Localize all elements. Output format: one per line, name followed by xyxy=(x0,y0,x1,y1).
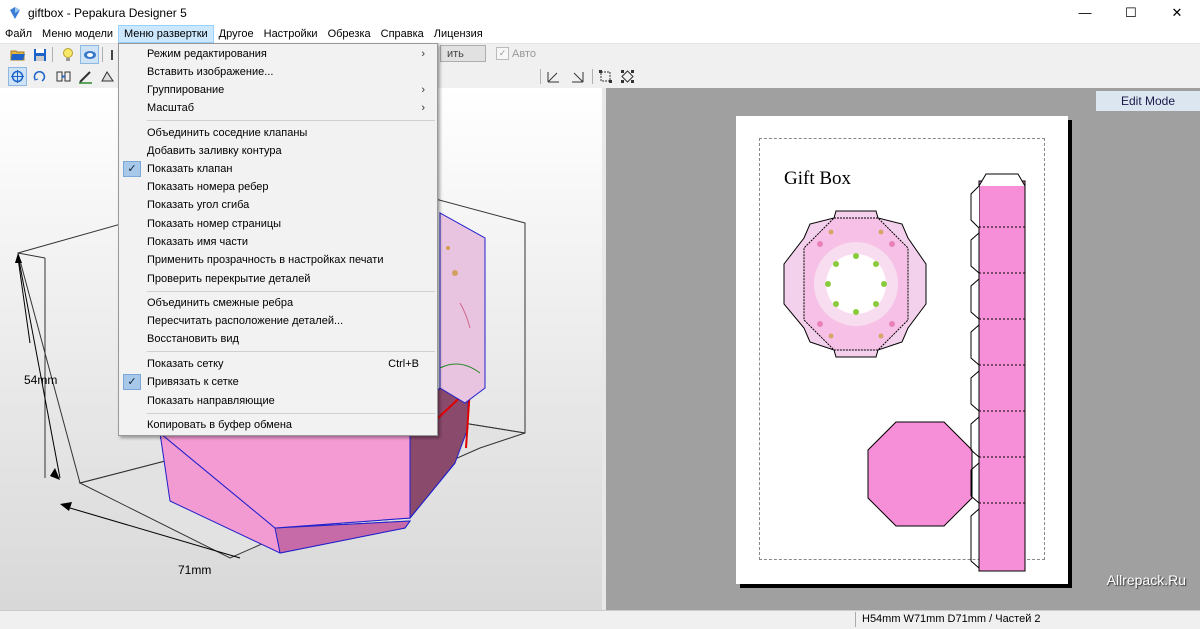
menu-item-add-outline-fill[interactable]: Добавить заливку контура xyxy=(121,142,435,160)
menu-other[interactable]: Другое xyxy=(214,25,259,43)
submenu-arrow-icon: › xyxy=(421,48,425,60)
open-folder-icon[interactable] xyxy=(8,45,27,64)
paper-sheet: Gift Box xyxy=(736,116,1068,584)
base-part[interactable] xyxy=(867,421,973,527)
menu-help[interactable]: Справка xyxy=(376,25,429,43)
height-dimension-label: 54mm xyxy=(24,373,57,387)
menu-item-copy-to-clipboard[interactable]: Копировать в буфер обмена xyxy=(121,416,435,434)
lightbulb-icon[interactable] xyxy=(58,45,77,64)
join-edges-icon[interactable] xyxy=(54,67,73,86)
fold-angle-reverse-icon[interactable] xyxy=(568,67,587,86)
menu-item-scale[interactable]: Масштаб › xyxy=(121,99,435,117)
bounding-box-icon[interactable] xyxy=(618,67,637,86)
rotate-part-icon[interactable] xyxy=(30,67,49,86)
width-dimension-label: 71mm xyxy=(178,563,211,577)
unfold-menu-dropdown: Режим редактирования › Вставить изображен… xyxy=(118,43,438,436)
menu-file[interactable]: Файл xyxy=(0,25,37,43)
menu-item-apply-transparency[interactable]: Применить прозрачность в настройках печа… xyxy=(121,251,435,269)
status-dimensions: H54mm W71mm D71mm / Частей 2 xyxy=(862,613,1041,625)
auto-checkbox-box[interactable]: ✓ xyxy=(496,47,509,60)
lid-part[interactable] xyxy=(783,210,927,358)
menu-model[interactable]: Меню модели xyxy=(37,25,118,43)
pen-line-icon[interactable] xyxy=(76,67,95,86)
partial-toolbar-button[interactable]: ить xyxy=(440,45,486,62)
watermark: Allrepack.Ru xyxy=(1106,572,1186,588)
checkmark-icon: ✓ xyxy=(123,374,141,390)
menu-item-restore-view[interactable]: Восстановить вид xyxy=(121,330,435,348)
menu-item-join-adjacent-edges[interactable]: Объединить смежные ребра xyxy=(121,294,435,312)
close-button[interactable]: ✕ xyxy=(1154,0,1200,25)
menu-item-insert-image[interactable]: Вставить изображение... xyxy=(121,63,435,81)
select-move-icon[interactable] xyxy=(8,67,27,86)
submenu-arrow-icon: › xyxy=(421,84,425,96)
flap-edit-icon[interactable] xyxy=(98,67,117,86)
menu-license[interactable]: Лицензия xyxy=(429,25,488,43)
menu-unfold[interactable]: Меню развертки xyxy=(118,25,214,43)
menu-item-show-flap[interactable]: ✓ Показать клапан xyxy=(121,160,435,178)
menu-item-recalculate-layout[interactable]: Пересчитать расположение деталей... xyxy=(121,312,435,330)
side-strip-part[interactable] xyxy=(970,173,1026,572)
status-bar: H54mm W71mm D71mm / Частей 2 xyxy=(0,610,1200,629)
pepakura-app-icon xyxy=(10,6,20,19)
menu-item-edit-mode[interactable]: Режим редактирования › xyxy=(121,45,435,63)
menu-trim[interactable]: Обрезка xyxy=(323,25,376,43)
checkmark-icon: ✓ xyxy=(123,161,141,177)
auto-checkbox[interactable]: ✓ Авто xyxy=(496,47,536,60)
arrange-parts-icon[interactable] xyxy=(596,67,615,86)
fold-angle-icon[interactable] xyxy=(544,67,563,86)
menu-bar: Файл Меню модели Меню развертки Другое Н… xyxy=(0,25,1200,44)
auto-checkbox-label: Авто xyxy=(512,47,536,60)
edit-mode-label: Edit Mode xyxy=(1096,91,1200,111)
menu-item-grouping[interactable]: Группирование › xyxy=(121,81,435,99)
minimize-button[interactable]: — xyxy=(1062,0,1108,25)
menu-item-snap-to-grid[interactable]: ✓ Привязать к сетке xyxy=(121,373,435,391)
menu-item-show-edge-numbers[interactable]: Показать номера ребер xyxy=(121,178,435,196)
title-bar: giftbox - Pepakura Designer 5 — ☐ ✕ xyxy=(0,0,1200,25)
menu-item-check-overlap[interactable]: Проверить перекрытие деталей xyxy=(121,270,435,288)
menu-item-show-guides[interactable]: Показать направляющие xyxy=(121,392,435,410)
window-title: giftbox - Pepakura Designer 5 xyxy=(28,5,187,20)
maximize-button[interactable]: ☐ xyxy=(1108,0,1154,25)
menu-settings[interactable]: Настройки xyxy=(259,25,323,43)
menu-item-show-fold-angle[interactable]: Показать угол сгиба xyxy=(121,196,435,214)
texture-toggle-icon[interactable] xyxy=(80,45,99,64)
menu-item-show-grid[interactable]: Показать сетку Ctrl+B xyxy=(121,355,435,373)
submenu-arrow-icon: › xyxy=(421,102,425,114)
menu-item-show-part-name[interactable]: Показать имя части xyxy=(121,233,435,251)
save-icon[interactable] xyxy=(30,45,49,64)
menu-item-join-adjacent-flaps[interactable]: Объединить соседние клапаны xyxy=(121,124,435,142)
unfolded-parts[interactable] xyxy=(736,116,1068,584)
menu-item-show-page-number[interactable]: Показать номер страницы xyxy=(121,215,435,233)
pattern-2d-view[interactable]: Edit Mode Gift Box Allrepack.Ru xyxy=(606,88,1200,610)
shortcut-label: Ctrl+B xyxy=(388,358,419,370)
